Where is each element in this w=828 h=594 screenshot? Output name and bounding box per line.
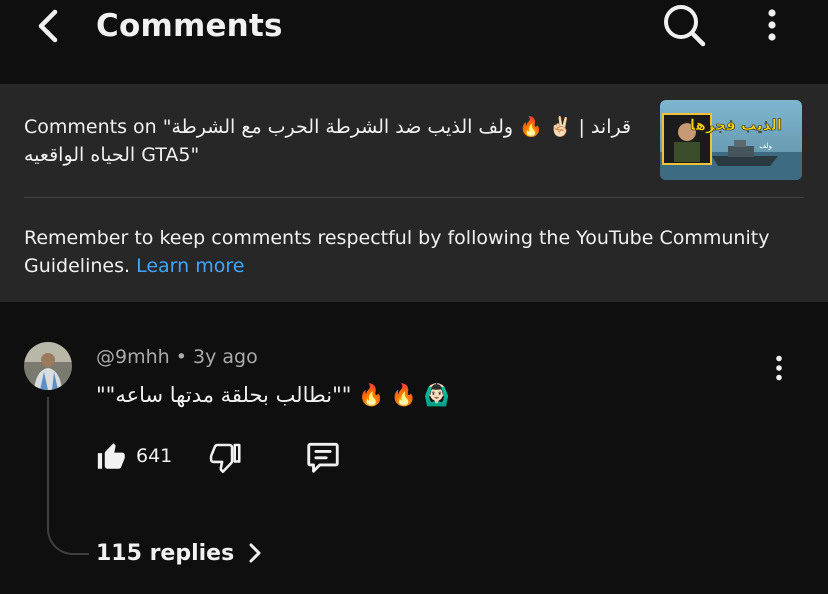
thumbs-down-icon (209, 443, 241, 473)
search-icon (664, 5, 706, 47)
like-button[interactable] (92, 436, 132, 476)
video-title: Comments on "قراند | ✌🏻 🔥 ولف الذيب ضد ا… (24, 116, 632, 166)
panel-divider (24, 197, 804, 198)
thumbs-up-icon (97, 443, 125, 469)
reply-comment-icon (307, 442, 339, 473)
view-replies-button[interactable]: 115 replies (96, 536, 262, 570)
thumbnail-subtitle: ولف (759, 142, 772, 150)
learn-more-link[interactable]: Learn more (136, 255, 244, 277)
comment-time: 3y ago (193, 346, 258, 368)
comment-author[interactable]: @9mhh (96, 346, 170, 368)
meta-separator: • (175, 346, 187, 368)
video-thumbnail[interactable]: الذيب فجرها ولف (660, 100, 802, 180)
page-title: Comments (96, 8, 283, 44)
like-count: 641 (136, 445, 173, 467)
reply-button[interactable] (302, 436, 344, 478)
chevron-left-icon (38, 9, 58, 43)
dislike-button[interactable] (204, 436, 246, 478)
comment-options-button[interactable] (764, 348, 794, 388)
avatar[interactable] (24, 342, 72, 390)
replies-count-label: 115 replies (96, 540, 235, 566)
community-guidelines-notice: Remember to keep comments respectful by … (24, 224, 804, 280)
more-options-button[interactable] (752, 2, 792, 48)
top-bar: Comments (0, 0, 828, 84)
comment-meta: @9mhh • 3y ago (96, 344, 258, 370)
search-button[interactable] (660, 2, 708, 48)
more-vert-icon (768, 9, 776, 41)
back-button[interactable] (28, 4, 68, 48)
more-vert-icon (776, 355, 782, 381)
reply-thread-line (47, 397, 89, 555)
comment-text: ""نطالب بحلقة مدتها ساعه"" 🔥 🔥 🙆🏻‍♂️ (96, 383, 450, 407)
thumbnail-title: الذيب فجرها (690, 116, 782, 134)
chevron-right-icon (248, 542, 262, 564)
